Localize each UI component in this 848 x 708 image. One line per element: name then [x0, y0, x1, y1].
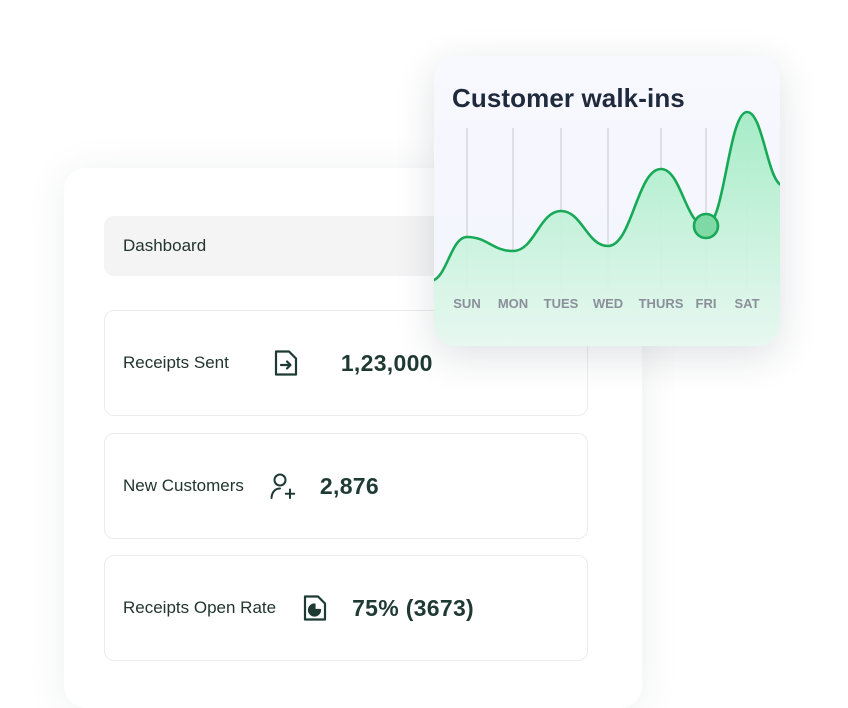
x-tick-label: WED [593, 296, 623, 311]
user-add-icon [266, 469, 300, 503]
x-tick-label: TUES [544, 296, 579, 311]
chart-title: Customer walk-ins [452, 83, 685, 113]
stat-value: 1,23,000 [340, 349, 433, 376]
x-tick-label: FRI [696, 296, 717, 311]
stat-card-new-customers: New Customers 2,876 [104, 433, 588, 539]
x-tick-label: SUN [453, 296, 480, 311]
x-tick-label: THURS [639, 296, 684, 311]
stat-label: New Customers [123, 476, 244, 495]
receipt-send-icon [269, 346, 303, 380]
stat-label: Receipts Sent [123, 353, 229, 372]
stat-label: Receipts Open Rate [123, 598, 277, 617]
stat-card-open-rate: Receipts Open Rate 75% (3673) [104, 555, 588, 661]
x-tick-label: SAT [734, 296, 759, 311]
stat-value: 2,876 [319, 472, 379, 499]
highlight-point [692, 212, 720, 240]
dashboard-tab-label: Dashboard [123, 236, 207, 255]
x-tick-label: MON [498, 296, 528, 311]
stat-value: 75% (3673) [352, 594, 475, 621]
customer-walkins-chart-card: SUN MON TUES WED THURS FRI SAT Customer walk-i… [434, 56, 780, 346]
pie-document-icon [298, 591, 332, 625]
